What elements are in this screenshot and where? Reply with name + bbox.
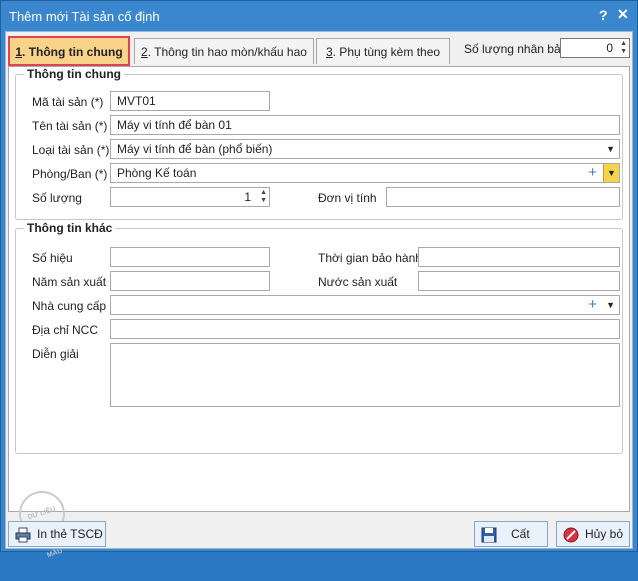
supplier-address-input[interactable] [110,319,620,339]
department-select[interactable]: Phòng Kế toán + ▼ [110,163,620,183]
unit-label: Đơn vị tính [318,191,377,205]
stepper-arrows-icon[interactable]: ▲ ▼ [620,40,627,56]
description-textarea[interactable] [110,343,620,407]
other-group: Thông tin khác Số hiệu Thời gian bảo hàn… [15,221,623,454]
help-button[interactable]: ? [599,7,608,23]
chevron-down-icon[interactable]: ▼ [606,140,615,158]
serial-label: Số hiệu [32,251,73,265]
warranty-input[interactable] [418,247,620,267]
serial-input[interactable] [110,247,270,267]
tab-depreciation-label: . Thông tin hao mòn/khấu hao [147,45,307,59]
tab-accessories-label: . Phụ tùng kèm theo [332,45,441,59]
unit-input[interactable] [386,187,620,207]
asset-type-label: Loại tài sản (*) [32,143,110,157]
country-label: Nước sản xuất [318,275,398,289]
save-label: Cất [511,527,530,541]
tab-depreciation-number: 2 [141,45,148,59]
asset-name-input[interactable]: Máy vi tính để bàn 01 [110,115,620,135]
department-value: Phòng Kế toán [117,166,197,180]
quantity-value: 1 [244,190,251,204]
supplier-select[interactable]: + ▼ [110,295,620,315]
cancel-button[interactable]: Hủy bỏ [556,521,630,547]
department-label: Phòng/Ban (*) [32,167,108,181]
close-button[interactable]: ✕ [617,6,629,23]
print-card-label: In thẻ TSCĐ [37,527,103,541]
add-icon[interactable]: + [588,296,597,314]
dialog-window: Thêm mới Tài sản cố định ? ✕ 1. Thông ti… [0,0,638,559]
tab-general-number: 1 [15,45,23,59]
chevron-down-icon[interactable]: ▼ [603,164,619,182]
asset-name-label: Tên tài sản (*) [32,119,108,133]
tab-general[interactable]: 1. Thông tin chung [8,36,130,66]
window-title: Thêm mới Tài sản cố định [9,9,160,24]
tab-accessories-number: 3 [325,45,333,59]
stepper-arrows-icon[interactable]: ▲ ▼ [260,189,267,205]
copies-label: Số lượng nhân bản [464,42,568,56]
add-icon[interactable]: + [588,164,597,182]
tab-accessories[interactable]: 3. Phụ tùng kèm theo [316,38,450,64]
quantity-label: Số lượng [32,191,82,205]
supplier-label: Nhà cung cấp [32,299,107,313]
copies-stepper[interactable]: 0 ▲ ▼ [560,38,630,58]
save-button[interactable]: Cất [474,521,548,547]
country-input[interactable] [418,271,620,291]
general-group: Thông tin chung Mã tài sản (*) MVT01 Tên… [15,67,623,220]
save-icon [481,527,497,543]
asset-code-input[interactable]: MVT01 [110,91,270,111]
manufacture-year-label: Năm sản xuất [32,275,107,289]
cancel-icon [563,527,579,543]
tab-depreciation[interactable]: 2. Thông tin hao mòn/khấu hao [134,38,314,64]
asset-type-select[interactable]: Máy vi tính để bàn (phổ biến) ▼ [110,139,620,159]
asset-type-value: Máy vi tính để bàn (phổ biến) [117,142,273,156]
cancel-label: Hủy bỏ [585,527,624,541]
tab-general-label: . Thông tin chung [22,45,123,59]
printer-icon [15,527,31,543]
copies-value: 0 [606,41,613,55]
dialog-body: 1. Thông tin chung 2. Thông tin hao mòn/… [5,31,633,559]
asset-code-label: Mã tài sản (*) [32,95,104,109]
warranty-label: Thời gian bảo hành [318,251,422,265]
tab-panel: Thông tin chung Mã tài sản (*) MVT01 Tên… [8,66,630,559]
chevron-down-icon[interactable]: ▼ [606,296,615,314]
print-card-button[interactable]: In thẻ TSCĐ [8,521,106,547]
title-bar: Thêm mới Tài sản cố định ? ✕ [1,1,637,31]
description-label: Diễn giải [32,347,79,361]
general-group-title: Thông tin chung [24,67,124,81]
quantity-stepper[interactable]: 1 ▲ ▼ [110,187,270,207]
other-group-title: Thông tin khác [24,221,116,235]
manufacture-year-input[interactable] [110,271,270,291]
supplier-address-label: Địa chỉ NCC [32,323,99,337]
